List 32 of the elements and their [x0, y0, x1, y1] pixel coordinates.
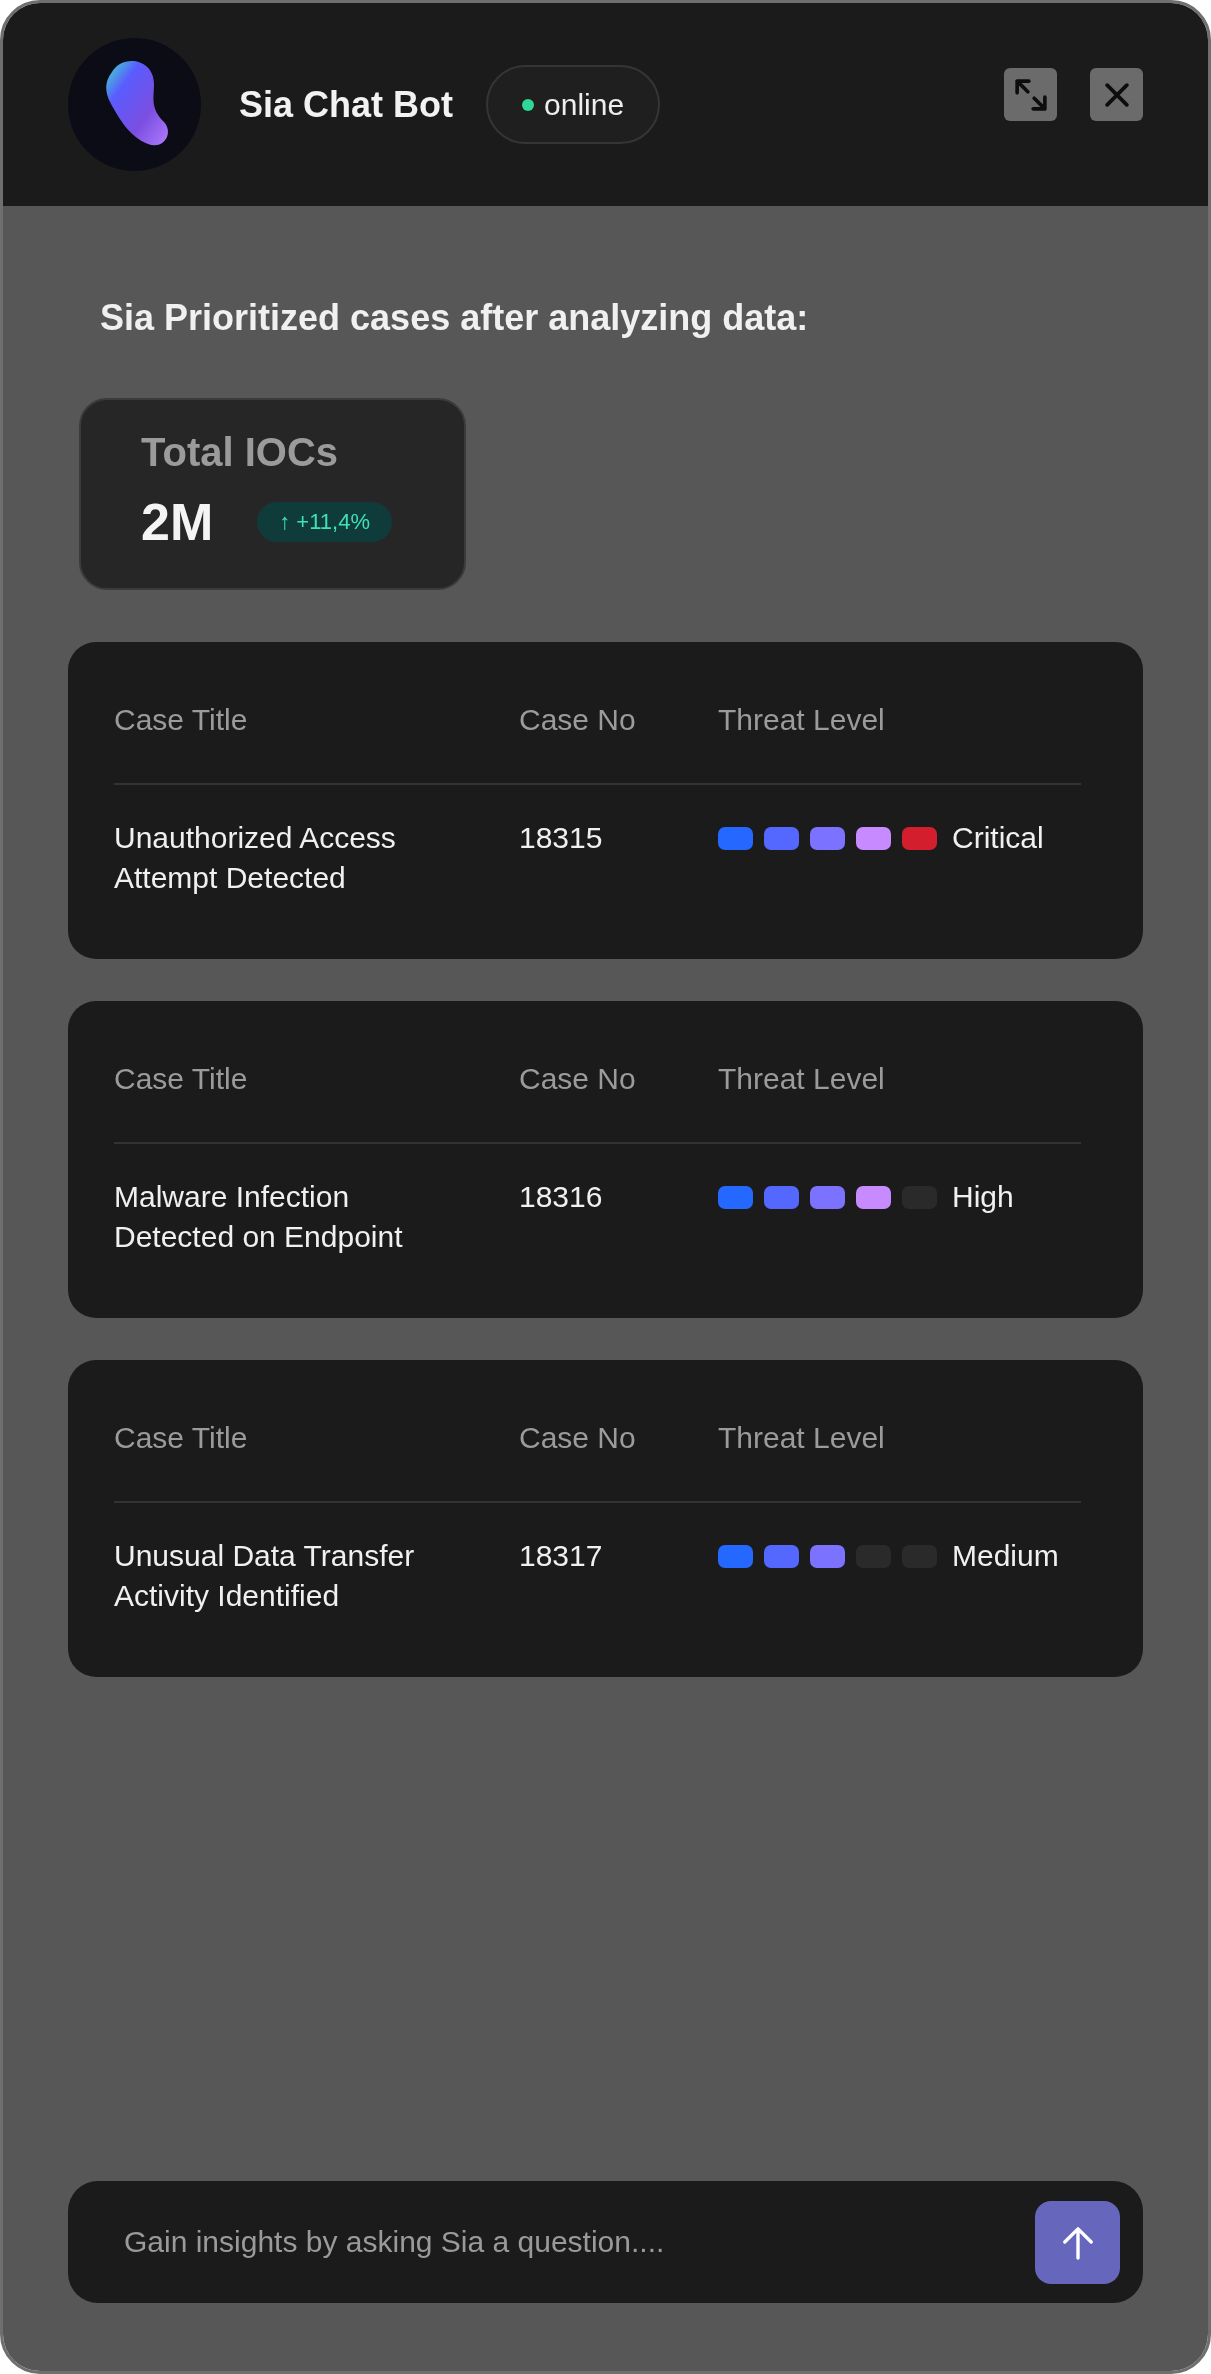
case-title: Unauthorized Access Attempt Detected [114, 820, 397, 896]
column-header: Case No [519, 1420, 636, 1456]
close-icon [1104, 82, 1129, 107]
column-header: Case Title [114, 702, 248, 738]
close-button[interactable] [1090, 68, 1143, 121]
message-heading: Sia Prioritized cases after analyzing data: [100, 296, 809, 340]
column-header: Case No [519, 702, 636, 738]
send-button[interactable] [1035, 2201, 1120, 2284]
change-badge: ↑ +11,4% [257, 502, 392, 542]
column-header: Threat Level [718, 1420, 885, 1456]
threat-label: High [952, 1179, 1014, 1215]
case-number: 18316 [519, 1179, 603, 1215]
status-label: online [544, 86, 625, 123]
case-title: Malware Infection Detected on Endpoint [114, 1179, 404, 1255]
column-header: Case Title [114, 1420, 248, 1456]
stat-value: 2M [141, 492, 214, 552]
case-number: 18317 [519, 1538, 603, 1574]
column-header: Case Title [114, 1061, 248, 1097]
column-header: Threat Level [718, 702, 885, 738]
send-arrow-icon [1060, 2225, 1095, 2260]
expand-icon [1014, 78, 1047, 111]
stat-label: Total IOCs [141, 429, 339, 476]
column-header: Threat Level [718, 1061, 885, 1097]
expand-button[interactable] [1004, 68, 1057, 121]
message-input[interactable]: Gain insights by asking Sia a question.... [68, 2181, 1143, 2303]
threat-label: Medium [952, 1538, 1059, 1574]
case-title: Unusual Data Transfer Activity Identified [114, 1538, 416, 1614]
threat-label: Critical [952, 820, 1044, 856]
case-number: 18315 [519, 820, 603, 856]
bot-avatar-icon [68, 38, 201, 171]
column-header: Case No [519, 1061, 636, 1097]
bot-name: Sia Chat Bot [239, 82, 453, 127]
